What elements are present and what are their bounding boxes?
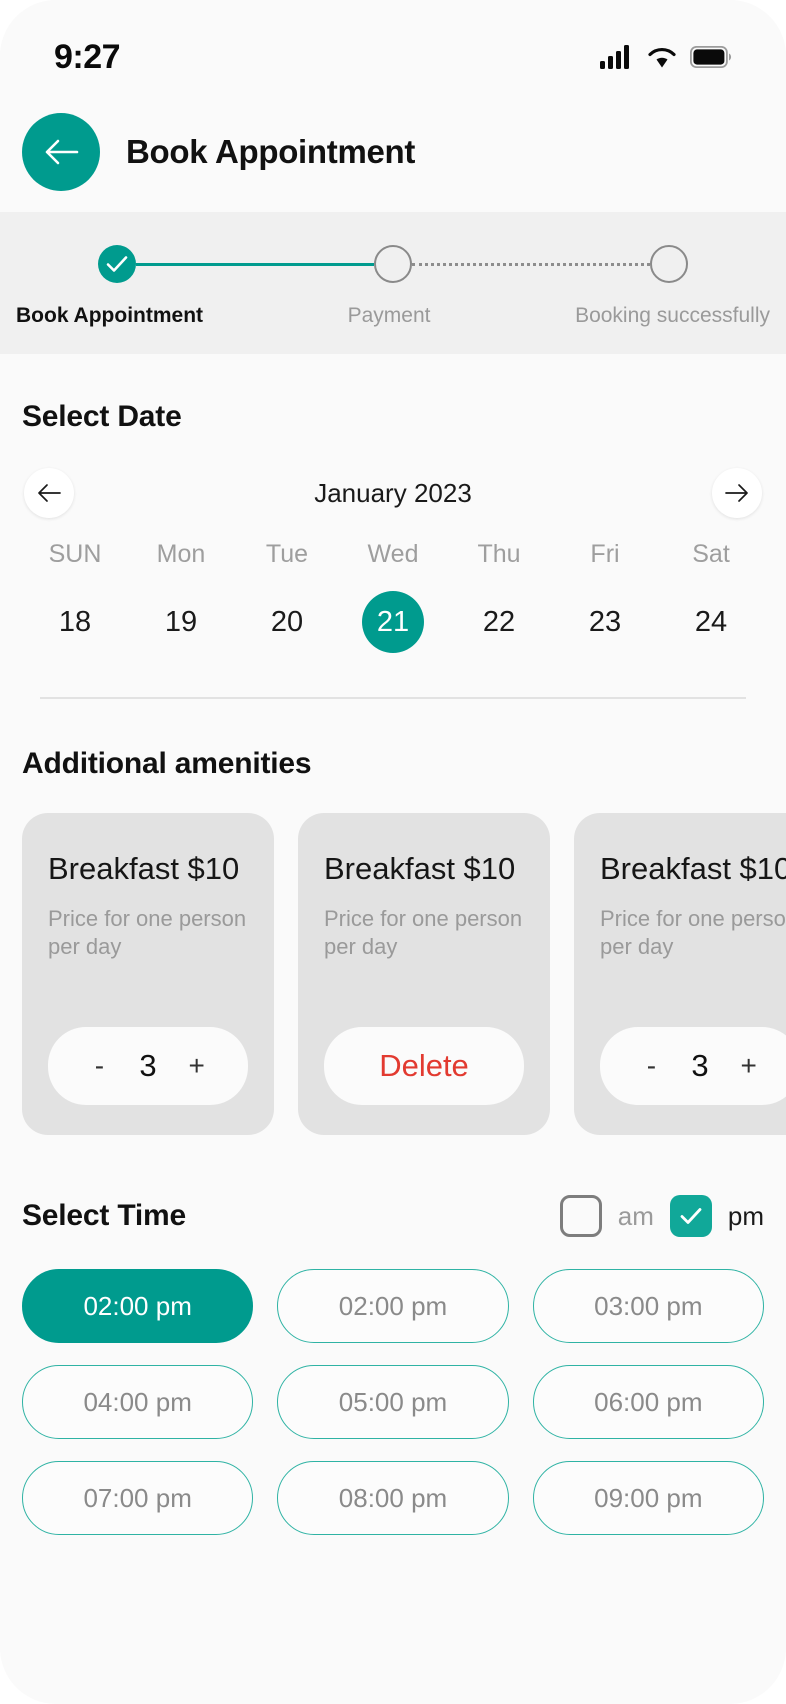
amenities-header: Additional amenities [0, 747, 786, 781]
stepper-node-booking-successfully[interactable] [650, 245, 688, 283]
amenity-quantity-stepper[interactable]: - 3 + [600, 1027, 786, 1105]
calendar-dow: SUN [48, 540, 102, 568]
am-checkbox[interactable] [559, 1195, 602, 1237]
increment-button[interactable]: + [739, 1050, 759, 1082]
arrow-left-icon [38, 484, 61, 502]
prev-month-button[interactable] [24, 468, 74, 518]
calendar-dow: Sat [692, 540, 730, 568]
month-navigation: January 2023 [22, 468, 764, 518]
time-slot-grid: 02:00 pm 02:00 pm 03:00 pm 04:00 pm 05:0… [22, 1269, 764, 1535]
progress-stepper: Book Appointment Payment Booking success… [0, 212, 786, 354]
wifi-icon [648, 47, 676, 68]
pm-label: pm [727, 1200, 764, 1231]
page-title: Book Appointment [126, 133, 416, 170]
back-button[interactable] [22, 113, 100, 191]
decrement-button[interactable]: - [641, 1050, 661, 1082]
arrow-left-icon [45, 139, 79, 165]
calendar-dow: Thu [477, 540, 521, 568]
calendar-day-number: 24 [694, 605, 728, 638]
page-header: Book Appointment [0, 92, 786, 212]
time-slot[interactable]: 08:00 pm [277, 1461, 509, 1535]
select-time-header: Select Time am pm [22, 1195, 764, 1237]
calendar-day-number: 20 [270, 605, 304, 638]
stepper-label-booking-successfully: Booking successfully [575, 304, 770, 327]
time-slot-selected[interactable]: 02:00 pm [22, 1269, 254, 1343]
amenity-name: Breakfast $10 [324, 851, 516, 886]
select-time-section: Select Time am pm 02:00 pm 02:00 pm 03:0… [0, 1135, 786, 1535]
calendar-day-cell[interactable]: 18 [22, 591, 128, 653]
arrow-right-icon [725, 484, 748, 502]
cellular-signal-icon [600, 45, 629, 69]
amenities-section: Additional amenities Breakfast $10 Price… [0, 699, 786, 1135]
calendar-day-number: 22 [482, 605, 516, 638]
calendar-day-cell[interactable]: 23 [552, 591, 658, 653]
check-icon [680, 1208, 702, 1224]
calendar-day-cell[interactable]: 22 [446, 591, 552, 653]
am-label: am [617, 1200, 654, 1231]
next-month-button[interactable] [712, 468, 762, 518]
decrement-button[interactable]: - [89, 1050, 109, 1082]
ampm-toggle-group: am pm [559, 1195, 764, 1237]
stepper-track [98, 242, 688, 286]
pm-checkbox[interactable] [669, 1195, 712, 1237]
time-slot[interactable]: 06:00 pm [532, 1365, 764, 1439]
status-bar-icons [600, 45, 732, 69]
calendar-week: SUN Mon Tue Wed Thu Fri Sat 18 19 20 21 … [22, 540, 764, 653]
check-icon [106, 256, 128, 272]
month-label: January 2023 [314, 477, 472, 508]
calendar-dow: Wed [367, 540, 419, 568]
stepper-connector-1 [136, 262, 374, 266]
amenity-description: Price for one person per day [600, 906, 786, 959]
stepper-label-payment: Payment [347, 304, 431, 327]
calendar-day-number: 18 [58, 605, 92, 638]
quantity-value: 3 [139, 1048, 157, 1083]
stepper-connector-2 [412, 262, 650, 266]
amenities-carousel[interactable]: Breakfast $10 Price for one person per d… [0, 781, 786, 1135]
time-slot[interactable]: 07:00 pm [22, 1461, 254, 1535]
calendar-dow: Fri [590, 540, 620, 568]
time-slot[interactable]: 09:00 pm [532, 1461, 764, 1535]
amenities-title: Additional amenities [22, 747, 312, 780]
amenity-name: Breakfast $10 [48, 851, 240, 886]
time-slot[interactable]: 03:00 pm [532, 1269, 764, 1343]
calendar-day-cell-selected[interactable]: 21 [340, 591, 446, 653]
amenity-description: Price for one person per day [324, 906, 523, 959]
calendar-day-cell[interactable]: 20 [234, 591, 340, 653]
calendar-day-number: 21 [362, 591, 424, 653]
amenity-card[interactable]: Breakfast $10 Price for one person per d… [22, 813, 274, 1135]
stepper-node-book-appointment[interactable] [98, 245, 136, 283]
amenity-delete-button[interactable]: Delete [324, 1027, 524, 1105]
select-date-title: Select Date [22, 400, 182, 433]
battery-icon [690, 46, 732, 68]
calendar-day-cell[interactable]: 19 [128, 591, 234, 653]
calendar-dow: Tue [265, 540, 309, 568]
select-time-title: Select Time [22, 1199, 187, 1232]
delete-label: Delete [379, 1048, 469, 1083]
quantity-value: 3 [691, 1048, 709, 1083]
stepper-label-book-appointment: Book Appointment [16, 304, 204, 327]
status-bar-clock: 9:27 [54, 37, 121, 76]
stepper-labels: Book Appointment Payment Booking success… [0, 286, 786, 328]
amenity-card[interactable]: Breakfast $10 Price for one person per d… [298, 813, 550, 1135]
increment-button[interactable]: + [187, 1050, 207, 1082]
time-slot[interactable]: 05:00 pm [277, 1365, 509, 1439]
select-date-section: Select Date January 2023 SUN Mon Tue Wed… [0, 354, 786, 699]
amenity-name: Breakfast $10 [600, 851, 786, 886]
time-slot[interactable]: 02:00 pm [277, 1269, 509, 1343]
calendar-day-number: 19 [164, 605, 198, 638]
calendar-day-number: 23 [588, 605, 622, 638]
amenity-description: Price for one person per day [48, 906, 247, 959]
amenity-quantity-stepper[interactable]: - 3 + [48, 1027, 248, 1105]
calendar-dow: Mon [156, 540, 206, 568]
stepper-node-payment[interactable] [374, 245, 412, 283]
time-slot[interactable]: 04:00 pm [22, 1365, 254, 1439]
phone-screen: 9:27 Book Appointment Book Appointment P… [0, 0, 786, 1704]
amenity-card[interactable]: Breakfast $10 Price for one person per d… [574, 813, 786, 1135]
status-bar: 9:27 [0, 0, 786, 92]
calendar-day-cell[interactable]: 24 [658, 591, 764, 653]
